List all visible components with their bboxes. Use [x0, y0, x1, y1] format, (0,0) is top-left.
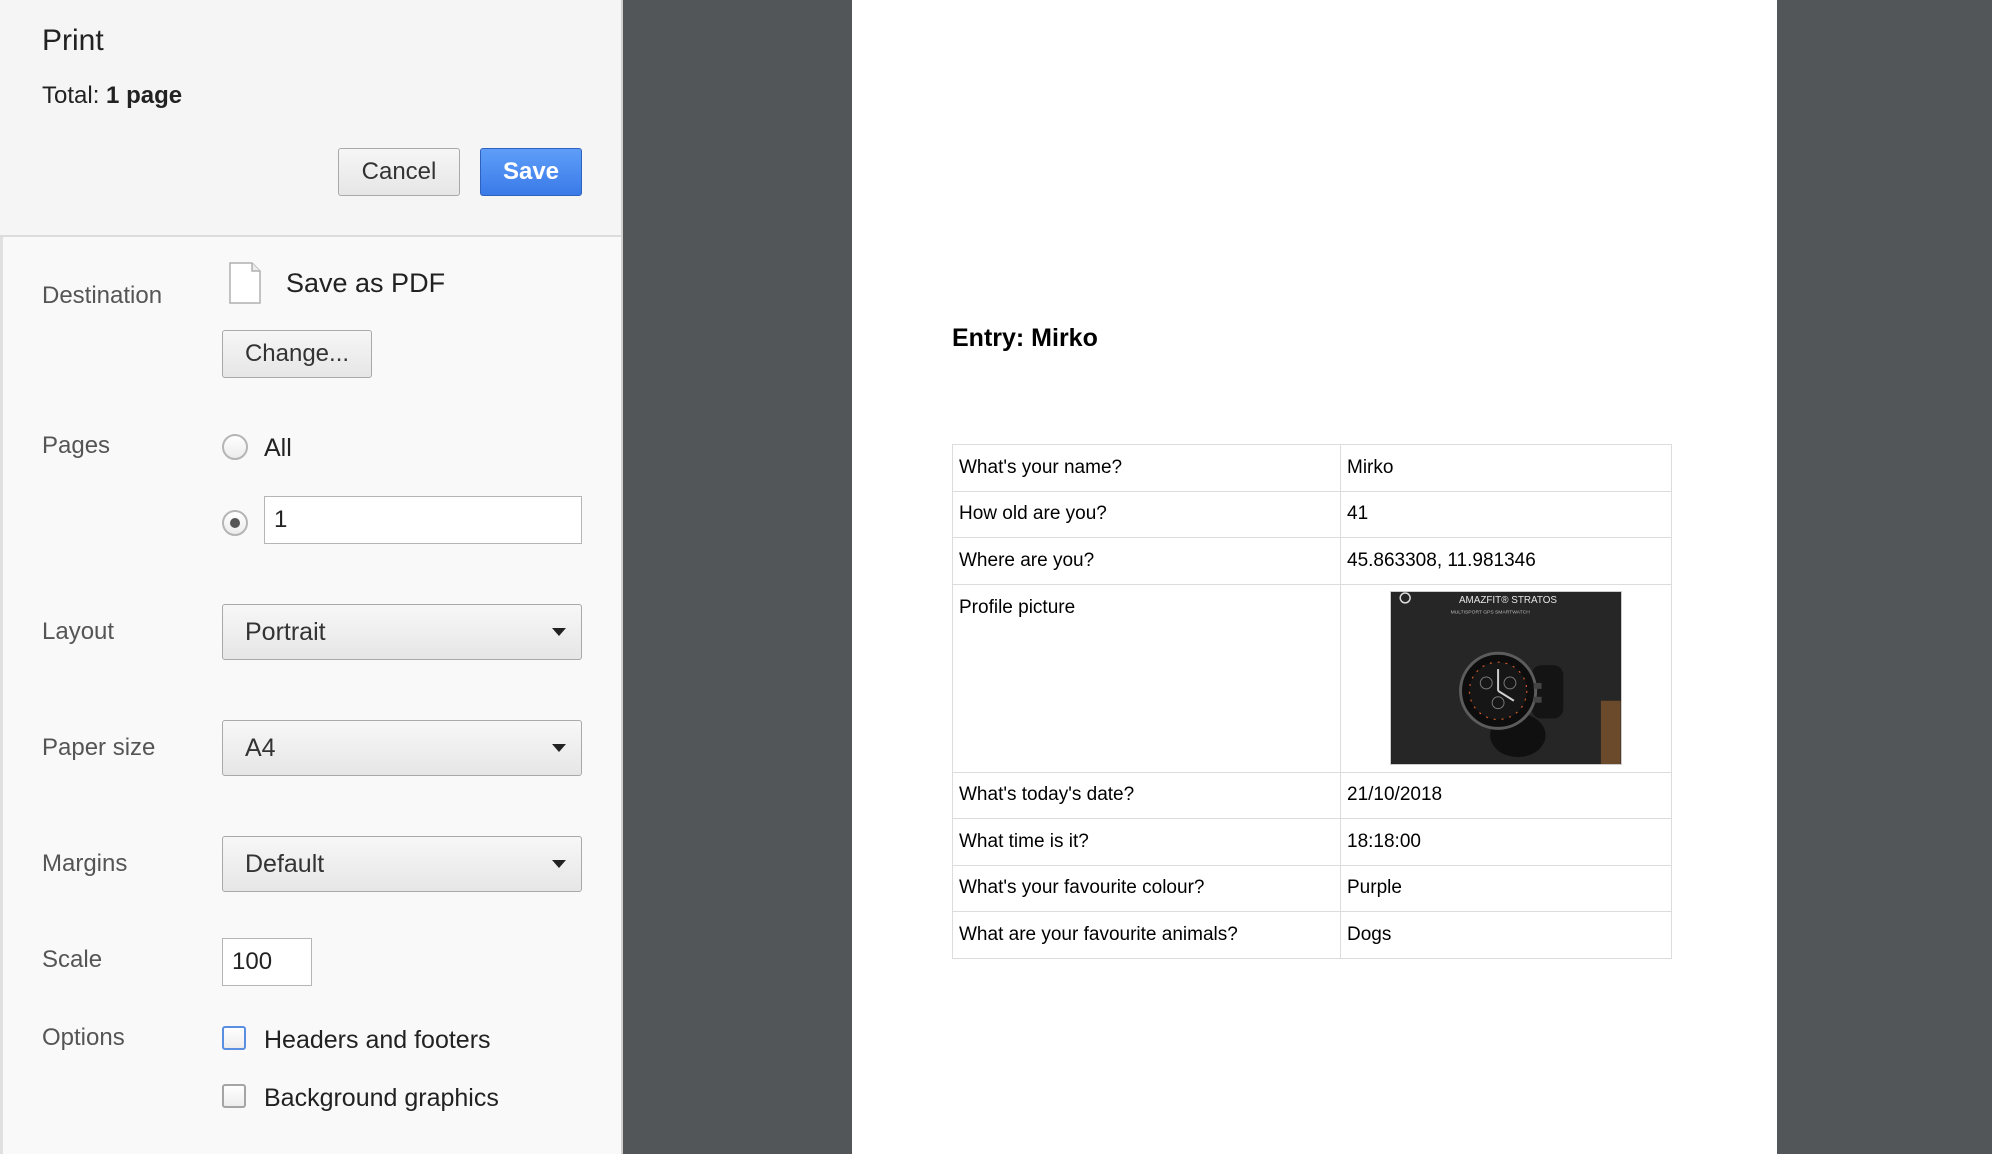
print-header: Print Total: 1 page Cancel Save: [0, 0, 621, 237]
page-total: Total: 1 page: [42, 82, 182, 110]
pages-label: Pages: [42, 432, 111, 459]
print-settings-panel: Print Total: 1 page Cancel Save Destinat…: [0, 0, 623, 1154]
table-row: How old are you? 41: [952, 490, 1672, 538]
scale-input[interactable]: [222, 938, 312, 986]
pages-custom-input[interactable]: [264, 496, 582, 544]
layout-label: Layout: [42, 618, 115, 645]
layout-select[interactable]: Portrait: [222, 604, 582, 660]
profile-picture: AMAZFIT® STRATOS MULTISPORT GPS SMARTWAT…: [1390, 590, 1622, 765]
cancel-button[interactable]: Cancel: [338, 148, 460, 196]
answer-cell: 18:18:00: [1340, 818, 1672, 866]
table-row: What's today's date? 21/10/2018: [952, 771, 1672, 819]
entry-title: Entry: Mirko: [952, 324, 1098, 352]
answer-cell: 45.863308, 11.981346: [1340, 537, 1672, 585]
chevron-down-icon: [552, 860, 566, 868]
table-row: What time is it? 18:18:00: [952, 818, 1672, 866]
table-row: Where are you? 45.863308, 11.981346: [952, 537, 1672, 585]
preview-page: Entry: Mirko What's your name? Mirko How…: [852, 0, 1777, 1154]
answer-cell: Purple: [1340, 864, 1672, 912]
document-icon: [229, 262, 261, 304]
background-graphics-label: Background graphics: [264, 1084, 499, 1112]
entry-table: What's your name? Mirko How old are you?…: [952, 444, 1672, 959]
change-destination-button[interactable]: Change...: [222, 330, 372, 378]
chevron-down-icon: [552, 628, 566, 636]
table-row: Profile picture AMAZFIT® STRATOS MULTISP…: [952, 583, 1672, 773]
total-value: 1 page: [106, 82, 183, 109]
table-row: What's your name? Mirko: [952, 444, 1672, 492]
photo-sub-text: MULTISPORT GPS SMARTWATCH: [1451, 609, 1531, 615]
answer-cell: 41: [1340, 490, 1672, 538]
question-cell: What time is it?: [952, 818, 1341, 866]
photo-brand-text: AMAZFIT® STRATOS: [1459, 594, 1557, 605]
chevron-down-icon: [552, 744, 566, 752]
question-cell: What are your favourite animals?: [952, 911, 1341, 959]
headers-footers-label: Headers and footers: [264, 1026, 491, 1054]
pages-all-label: All: [264, 434, 292, 462]
options-label: Options: [42, 1024, 125, 1051]
question-cell: Where are you?: [952, 537, 1341, 585]
question-cell: What's your favourite colour?: [952, 864, 1341, 912]
headers-footers-checkbox[interactable]: [222, 1026, 246, 1050]
profile-picture-cell: AMAZFIT® STRATOS MULTISPORT GPS SMARTWAT…: [1340, 583, 1672, 773]
pages-all-radio[interactable]: [222, 434, 248, 460]
paper-size-value: A4: [245, 734, 276, 762]
answer-cell: Mirko: [1340, 444, 1672, 492]
pages-custom-radio[interactable]: [222, 510, 248, 536]
paper-size-select[interactable]: A4: [222, 720, 582, 776]
table-row: What's your favourite colour? Purple: [952, 864, 1672, 912]
answer-cell: 21/10/2018: [1340, 771, 1672, 819]
margins-value: Default: [245, 850, 325, 878]
save-button[interactable]: Save: [480, 148, 582, 196]
question-cell: What's your name?: [952, 444, 1341, 492]
answer-cell: Dogs: [1340, 911, 1672, 959]
table-row: What are your favourite animals? Dogs: [952, 911, 1672, 959]
background-graphics-checkbox[interactable]: [222, 1084, 246, 1108]
question-cell: What's today's date?: [952, 771, 1341, 819]
margins-label: Margins: [42, 850, 128, 877]
dialog-title: Print: [42, 24, 104, 57]
destination-name: Save as PDF: [286, 268, 446, 298]
layout-value: Portrait: [245, 618, 326, 646]
destination-label: Destination: [42, 282, 163, 309]
paper-size-label: Paper size: [42, 734, 156, 761]
question-cell: Profile picture: [952, 583, 1341, 773]
total-label: Total:: [42, 82, 100, 109]
question-cell: How old are you?: [952, 490, 1341, 538]
scale-label: Scale: [42, 946, 103, 973]
margins-select[interactable]: Default: [222, 836, 582, 892]
